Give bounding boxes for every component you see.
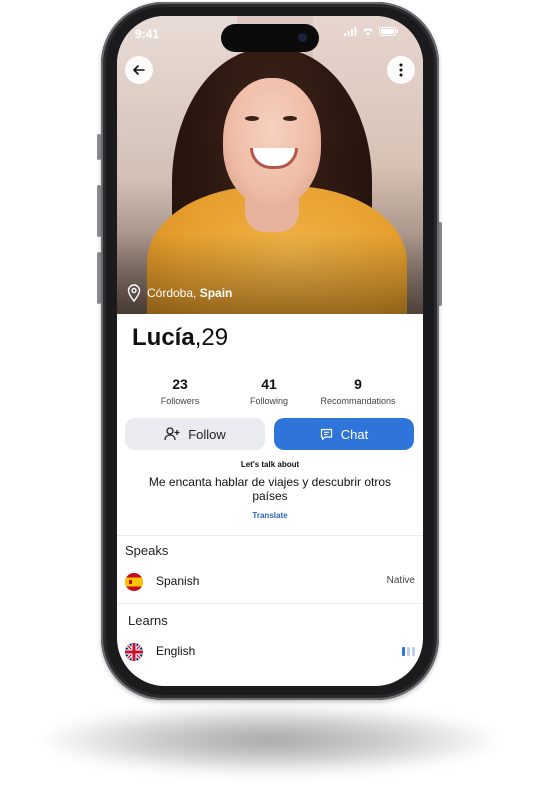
phone-screen: 9:41 Córdoba, Spain Lucía,29 23 Follower…: [117, 16, 423, 686]
uk-flag-icon: [125, 643, 143, 661]
status-time: 9:41: [135, 27, 160, 41]
dynamic-island: [221, 24, 319, 52]
divider: [117, 535, 423, 536]
language-level: Native: [386, 575, 415, 586]
profile-stats: 23 Followers 41 Following 9 Recommandati…: [117, 376, 423, 412]
spain-flag-icon: [125, 573, 143, 591]
battery-icon: [379, 27, 398, 36]
location-pin-icon: [127, 284, 141, 302]
follow-button[interactable]: Follow: [125, 418, 265, 450]
back-arrow-icon: [133, 65, 145, 75]
stat-value: 41: [261, 376, 277, 392]
level-bar: [407, 647, 410, 656]
stat-label: Following: [249, 396, 289, 406]
language-name: English: [156, 644, 196, 658]
stat-following[interactable]: 41 Following: [219, 376, 319, 406]
signal-icon: [344, 27, 357, 36]
level-bar: [402, 647, 405, 656]
back-button[interactable]: [125, 56, 153, 84]
stat-followers[interactable]: 23 Followers: [130, 376, 230, 406]
about-text: Me encanta hablar de viajes y descubrir …: [148, 475, 392, 503]
device-shadow: [40, 705, 500, 775]
location-country: Spain: [199, 286, 233, 300]
stat-value: 23: [172, 376, 188, 392]
chat-button-label: Chat: [340, 426, 369, 442]
chat-button[interactable]: Chat: [274, 418, 414, 450]
profile-name: Lucía: [132, 324, 195, 351]
learns-title: Learns: [128, 613, 168, 628]
translate-link[interactable]: Translate: [117, 511, 423, 520]
stat-label: Recommandations: [320, 396, 396, 406]
speaks-language-row: Spanish Native: [125, 571, 415, 593]
stat-recommandations[interactable]: 9 Recommandations: [308, 376, 408, 406]
level-bar: [412, 647, 415, 656]
follow-button-label: Follow: [188, 426, 226, 442]
location-city: Córdoba,: [147, 286, 200, 300]
learns-language-row: English: [125, 641, 415, 663]
wifi-icon: [363, 28, 373, 36]
divider: [117, 603, 423, 604]
about-heading: Let's talk about: [240, 460, 300, 469]
learning-level-bars: [402, 647, 415, 656]
chat-icon: [320, 428, 332, 440]
stat-value: 9: [354, 376, 362, 392]
add-user-icon: [164, 427, 180, 441]
speaks-title: Speaks: [125, 543, 169, 558]
stat-label: Followers: [160, 396, 200, 406]
profile-name-row: Lucía,29: [132, 324, 228, 352]
about-section: Let's talk about Me encanta hablar de vi…: [117, 460, 423, 520]
language-name: Spanish: [156, 574, 200, 588]
location-label: Córdoba, Spain: [127, 284, 232, 302]
profile-photo: [117, 16, 423, 314]
more-options-button[interactable]: [387, 56, 415, 84]
more-vertical-icon: [399, 63, 403, 77]
profile-age: ,29: [194, 324, 229, 351]
